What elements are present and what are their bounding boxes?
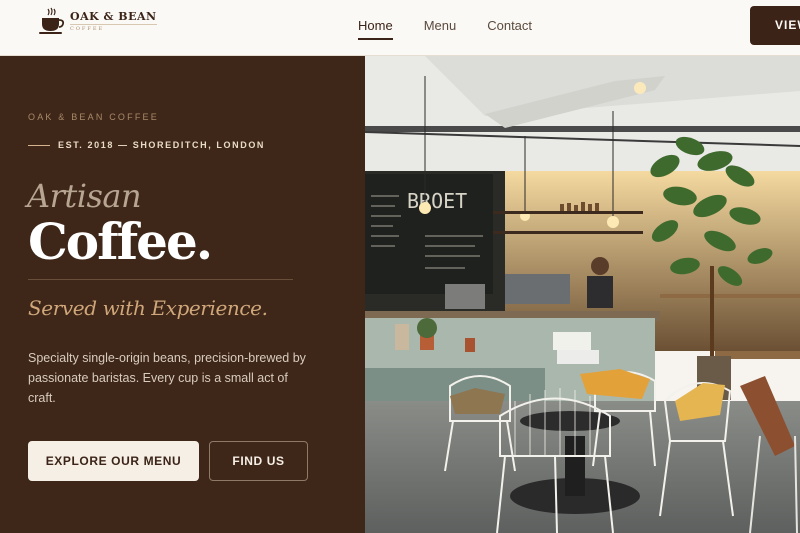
established-text: EST. 2018 — SHOREDITCH, LONDON bbox=[58, 140, 266, 150]
view-button[interactable]: VIEW bbox=[750, 6, 800, 45]
nav-link-menu[interactable]: Menu bbox=[424, 18, 457, 40]
explore-menu-button[interactable]: EXPLORE OUR MENU bbox=[28, 441, 199, 481]
nav-links: Home Menu Contact bbox=[358, 18, 563, 40]
hero-panel: OAK & BEAN COFFEE EST. 2018 — SHOREDITCH… bbox=[0, 56, 365, 533]
cafe-interior-photo: BROET bbox=[365, 56, 800, 533]
brand-subtitle: COFFEE bbox=[70, 24, 157, 32]
hero-description: Specialty single-origin beans, precision… bbox=[28, 351, 306, 405]
established-line: EST. 2018 — SHOREDITCH, LONDON bbox=[28, 140, 265, 150]
coffee-cup-icon bbox=[39, 7, 65, 34]
chalkboard-text: BROET bbox=[407, 189, 467, 213]
top-nav: OAK & BEAN COFFEE Home Menu Contact VIEW bbox=[0, 0, 800, 56]
hero-divider bbox=[28, 279, 293, 280]
hero-eyebrow: OAK & BEAN COFFEE bbox=[28, 112, 159, 122]
divider bbox=[28, 144, 50, 146]
nav-link-contact[interactable]: Contact bbox=[487, 18, 532, 40]
hero-heading-light: Artisan bbox=[27, 177, 142, 215]
hero-tagline: Served with Experience. bbox=[28, 296, 268, 320]
nav-link-home[interactable]: Home bbox=[358, 18, 393, 40]
hero-heading-bold: Coffee. bbox=[28, 212, 213, 271]
brand-logo[interactable]: OAK & BEAN COFFEE bbox=[36, 6, 157, 36]
find-us-button[interactable]: FIND US bbox=[209, 441, 308, 481]
brand-name: OAK & BEAN bbox=[70, 10, 157, 23]
